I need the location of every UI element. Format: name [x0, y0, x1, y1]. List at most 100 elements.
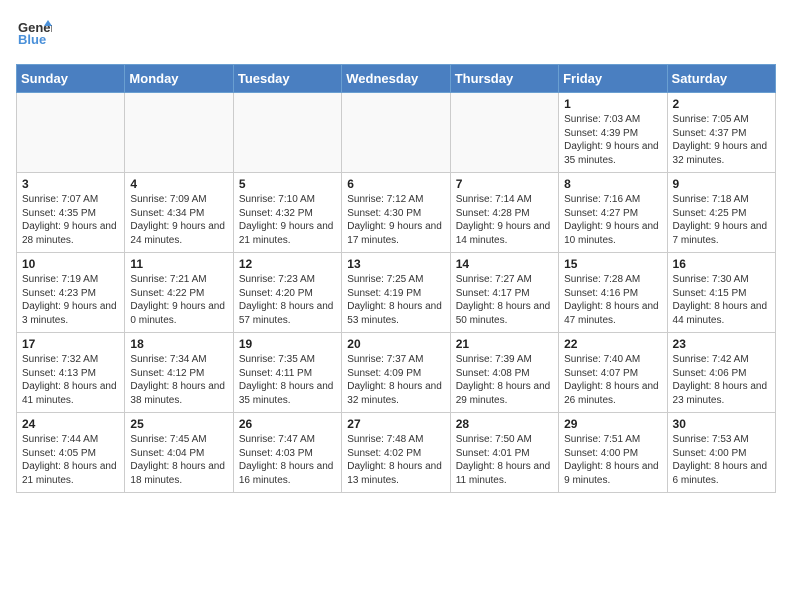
calendar-week-4: 17Sunrise: 7:32 AM Sunset: 4:13 PM Dayli…	[17, 333, 776, 413]
calendar-cell	[17, 93, 125, 173]
calendar-cell: 10Sunrise: 7:19 AM Sunset: 4:23 PM Dayli…	[17, 253, 125, 333]
header-wednesday: Wednesday	[342, 65, 450, 93]
day-number: 25	[130, 417, 227, 431]
day-number: 2	[673, 97, 770, 111]
day-number: 3	[22, 177, 119, 191]
calendar-cell: 14 Sunrise: 7:27 AM Sunset: 4:17 PM Dayli…	[450, 253, 558, 333]
day-number: 8	[564, 177, 661, 191]
calendar-cell: 30 Sunrise: 7:53 AM Sunset: 4:00 PM Dayli…	[667, 413, 775, 493]
calendar-header-row: SundayMondayTuesdayWednesdayThursdayFrid…	[17, 65, 776, 93]
calendar-week-1: 1 Sunrise: 7:03 AM Sunset: 4:39 PM Daylig…	[17, 93, 776, 173]
day-info: Sunrise: 7:50 AM Sunset: 4:01 PM Dayligh…	[456, 433, 553, 487]
day-info: Sunrise: 7:14 AM Sunset: 4:28 PM Dayligh…	[456, 193, 553, 247]
day-info: Sunrise: 7:05 AM Sunset: 4:37 PM Dayligh…	[673, 113, 770, 167]
calendar-cell	[233, 93, 341, 173]
day-info: Sunrise: 7:51 AM Sunset: 4:00 PM Dayligh…	[564, 433, 661, 487]
header-sunday: Sunday	[17, 65, 125, 93]
day-info: Sunrise: 7:44 AM Sunset: 4:05 PM Dayligh…	[22, 433, 119, 487]
day-info: Sunrise: 7:32 AM Sunset: 4:13 PM Dayligh…	[22, 353, 119, 407]
day-number: 29	[564, 417, 661, 431]
day-info: Sunrise: 7:23 AM Sunset: 4:20 PM Dayligh…	[239, 273, 336, 327]
calendar-cell: 16 Sunrise: 7:30 AM Sunset: 4:15 PM Dayli…	[667, 253, 775, 333]
svg-text:Blue: Blue	[18, 32, 46, 47]
day-number: 20	[347, 337, 444, 351]
calendar-cell	[342, 93, 450, 173]
logo: General Blue	[16, 16, 52, 52]
day-number: 23	[673, 337, 770, 351]
day-info: Sunrise: 7:16 AM Sunset: 4:27 PM Dayligh…	[564, 193, 661, 247]
day-info: Sunrise: 7:03 AM Sunset: 4:39 PM Dayligh…	[564, 113, 661, 167]
calendar-cell: 25 Sunrise: 7:45 AM Sunset: 4:04 PM Dayli…	[125, 413, 233, 493]
day-info: Sunrise: 7:39 AM Sunset: 4:08 PM Dayligh…	[456, 353, 553, 407]
day-info: Sunrise: 7:09 AM Sunset: 4:34 PM Dayligh…	[130, 193, 227, 247]
day-info: Sunrise: 7:30 AM Sunset: 4:15 PM Dayligh…	[673, 273, 770, 327]
calendar-cell: 22Sunrise: 7:40 AM Sunset: 4:07 PM Dayli…	[559, 333, 667, 413]
calendar-cell: 12 Sunrise: 7:23 AM Sunset: 4:20 PM Dayli…	[233, 253, 341, 333]
day-info: Sunrise: 7:48 AM Sunset: 4:02 PM Dayligh…	[347, 433, 444, 487]
day-number: 4	[130, 177, 227, 191]
day-number: 9	[673, 177, 770, 191]
calendar-cell: 24 Sunrise: 7:44 AM Sunset: 4:05 PM Dayli…	[17, 413, 125, 493]
day-number: 15	[564, 257, 661, 271]
day-number: 28	[456, 417, 553, 431]
calendar-cell: 3 Sunrise: 7:07 AM Sunset: 4:35 PM Daylig…	[17, 173, 125, 253]
calendar-cell: 18 Sunrise: 7:34 AM Sunset: 4:12 PM Dayli…	[125, 333, 233, 413]
header-tuesday: Tuesday	[233, 65, 341, 93]
day-number: 5	[239, 177, 336, 191]
day-info: Sunrise: 7:45 AM Sunset: 4:04 PM Dayligh…	[130, 433, 227, 487]
day-info: Sunrise: 7:25 AM Sunset: 4:19 PM Dayligh…	[347, 273, 444, 327]
calendar-cell: 9Sunrise: 7:18 AM Sunset: 4:25 PM Daylig…	[667, 173, 775, 253]
day-info: Sunrise: 7:47 AM Sunset: 4:03 PM Dayligh…	[239, 433, 336, 487]
calendar-cell: 20 Sunrise: 7:37 AM Sunset: 4:09 PM Dayli…	[342, 333, 450, 413]
day-number: 7	[456, 177, 553, 191]
day-info: Sunrise: 7:27 AM Sunset: 4:17 PM Dayligh…	[456, 273, 553, 327]
day-number: 26	[239, 417, 336, 431]
calendar-cell: 8 Sunrise: 7:16 AM Sunset: 4:27 PM Daylig…	[559, 173, 667, 253]
day-number: 14	[456, 257, 553, 271]
calendar-table: SundayMondayTuesdayWednesdayThursdayFrid…	[16, 64, 776, 493]
day-info: Sunrise: 7:07 AM Sunset: 4:35 PM Dayligh…	[22, 193, 119, 247]
day-info: Sunrise: 7:10 AM Sunset: 4:32 PM Dayligh…	[239, 193, 336, 247]
calendar-cell: 17Sunrise: 7:32 AM Sunset: 4:13 PM Dayli…	[17, 333, 125, 413]
calendar-week-2: 3 Sunrise: 7:07 AM Sunset: 4:35 PM Daylig…	[17, 173, 776, 253]
calendar-cell: 13Sunrise: 7:25 AM Sunset: 4:19 PM Dayli…	[342, 253, 450, 333]
day-number: 24	[22, 417, 119, 431]
header-friday: Friday	[559, 65, 667, 93]
calendar-cell	[450, 93, 558, 173]
day-number: 18	[130, 337, 227, 351]
day-number: 10	[22, 257, 119, 271]
day-number: 11	[130, 257, 227, 271]
calendar-cell: 28 Sunrise: 7:50 AM Sunset: 4:01 PM Dayli…	[450, 413, 558, 493]
day-number: 22	[564, 337, 661, 351]
day-info: Sunrise: 7:53 AM Sunset: 4:00 PM Dayligh…	[673, 433, 770, 487]
day-info: Sunrise: 7:34 AM Sunset: 4:12 PM Dayligh…	[130, 353, 227, 407]
header-monday: Monday	[125, 65, 233, 93]
calendar-cell: 11 Sunrise: 7:21 AM Sunset: 4:22 PM Dayli…	[125, 253, 233, 333]
day-info: Sunrise: 7:21 AM Sunset: 4:22 PM Dayligh…	[130, 273, 227, 327]
calendar-cell: 29 Sunrise: 7:51 AM Sunset: 4:00 PM Dayli…	[559, 413, 667, 493]
calendar-cell: 2 Sunrise: 7:05 AM Sunset: 4:37 PM Daylig…	[667, 93, 775, 173]
day-number: 30	[673, 417, 770, 431]
header-thursday: Thursday	[450, 65, 558, 93]
calendar-cell: 27Sunrise: 7:48 AM Sunset: 4:02 PM Dayli…	[342, 413, 450, 493]
calendar-cell: 23 Sunrise: 7:42 AM Sunset: 4:06 PM Dayli…	[667, 333, 775, 413]
day-number: 6	[347, 177, 444, 191]
header: General Blue	[16, 16, 776, 52]
day-number: 16	[673, 257, 770, 271]
calendar-cell: 7 Sunrise: 7:14 AM Sunset: 4:28 PM Daylig…	[450, 173, 558, 253]
calendar-cell: 26 Sunrise: 7:47 AM Sunset: 4:03 PM Dayli…	[233, 413, 341, 493]
calendar-cell: 4 Sunrise: 7:09 AM Sunset: 4:34 PM Daylig…	[125, 173, 233, 253]
calendar-cell: 1 Sunrise: 7:03 AM Sunset: 4:39 PM Daylig…	[559, 93, 667, 173]
day-number: 1	[564, 97, 661, 111]
day-info: Sunrise: 7:12 AM Sunset: 4:30 PM Dayligh…	[347, 193, 444, 247]
day-info: Sunrise: 7:37 AM Sunset: 4:09 PM Dayligh…	[347, 353, 444, 407]
day-info: Sunrise: 7:42 AM Sunset: 4:06 PM Dayligh…	[673, 353, 770, 407]
calendar-week-3: 10Sunrise: 7:19 AM Sunset: 4:23 PM Dayli…	[17, 253, 776, 333]
day-info: Sunrise: 7:28 AM Sunset: 4:16 PM Dayligh…	[564, 273, 661, 327]
day-number: 12	[239, 257, 336, 271]
logo-icon: General Blue	[16, 16, 52, 52]
calendar-week-5: 24 Sunrise: 7:44 AM Sunset: 4:05 PM Dayli…	[17, 413, 776, 493]
day-info: Sunrise: 7:35 AM Sunset: 4:11 PM Dayligh…	[239, 353, 336, 407]
day-number: 21	[456, 337, 553, 351]
header-saturday: Saturday	[667, 65, 775, 93]
